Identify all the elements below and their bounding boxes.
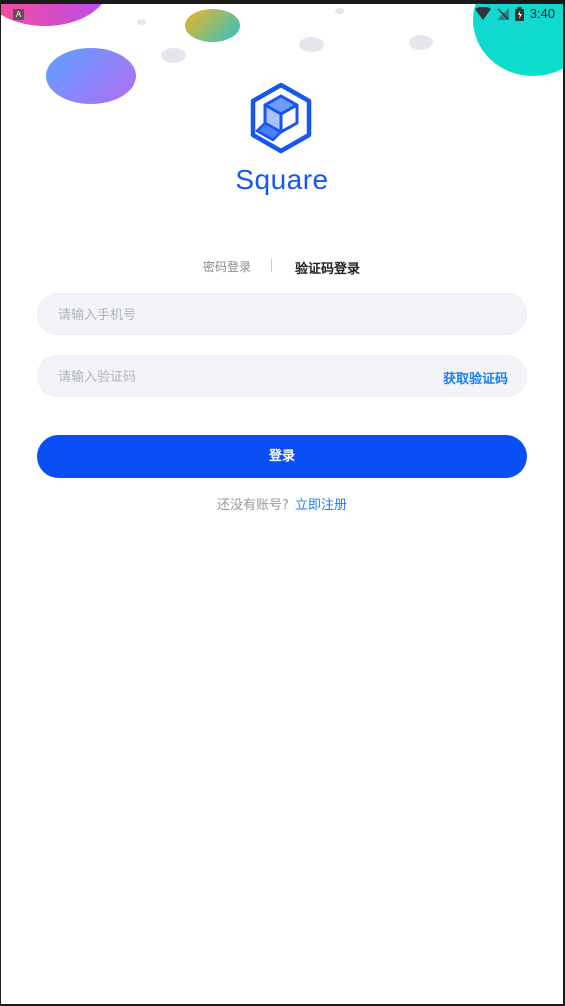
phone-field bbox=[37, 293, 527, 336]
cube-hexagon-icon bbox=[250, 82, 312, 154]
register-prompt: 还没有账号? 立即注册 bbox=[1, 494, 563, 513]
decor-dot bbox=[299, 37, 324, 52]
tab-sms-login[interactable]: 验证码登录 bbox=[295, 258, 360, 277]
no-signal-icon bbox=[496, 7, 509, 20]
brand-name: Square bbox=[235, 164, 329, 195]
code-input[interactable] bbox=[56, 356, 360, 398]
code-field: 获取验证码 bbox=[37, 355, 527, 398]
status-time: 3:40 bbox=[529, 6, 555, 21]
register-link[interactable]: 立即注册 bbox=[295, 498, 347, 513]
login-method-tabs: 密码登录 验证码登录 bbox=[1, 256, 563, 280]
tab-divider bbox=[271, 258, 272, 272]
register-question: 还没有账号? bbox=[217, 498, 289, 513]
login-button[interactable]: 登录 bbox=[37, 435, 527, 478]
battery-icon bbox=[514, 6, 524, 21]
decor-dot bbox=[161, 48, 186, 63]
app-notification-icon: A bbox=[13, 9, 24, 20]
decor-dot bbox=[409, 35, 433, 50]
phone-input[interactable] bbox=[56, 294, 420, 336]
decor-bubble-violet bbox=[46, 48, 136, 104]
login-screen: A 3:40 Square 密码登录 验证码登录 获取验证码 登录 还没有账号?… bbox=[1, 4, 563, 1004]
wifi-icon bbox=[474, 7, 491, 20]
get-code-button[interactable]: 获取验证码 bbox=[443, 368, 508, 387]
tab-password-login[interactable]: 密码登录 bbox=[203, 258, 251, 275]
status-bar: A 3:40 bbox=[1, 4, 563, 28]
